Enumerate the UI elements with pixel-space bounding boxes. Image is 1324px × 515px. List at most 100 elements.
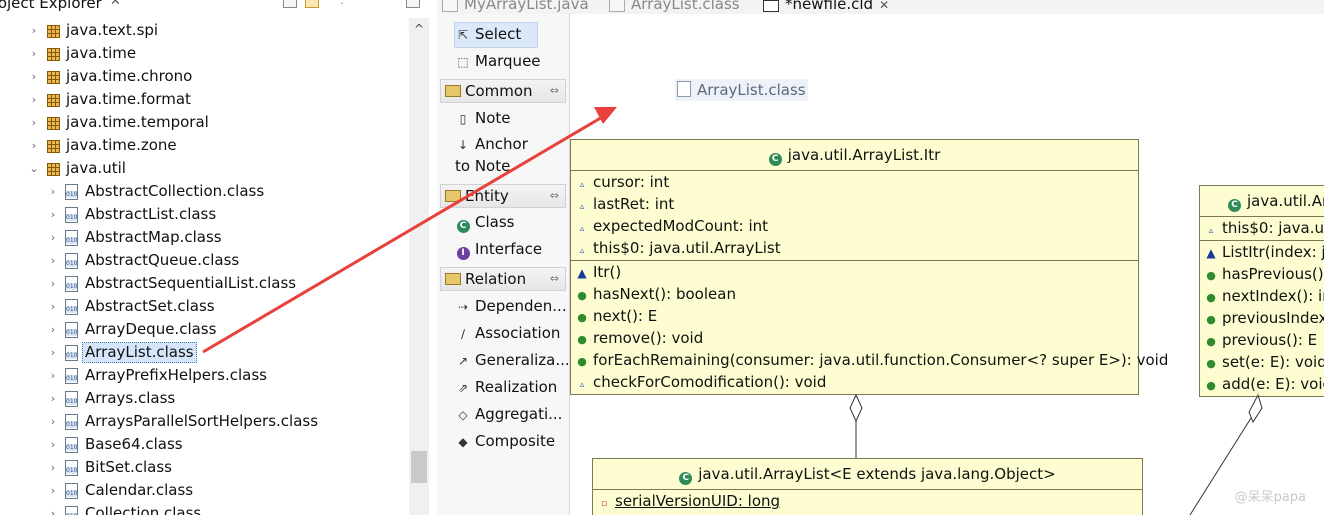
scrollbar[interactable] (409, 18, 429, 515)
chevron-right-icon[interactable]: › (47, 341, 59, 364)
class-file-icon (64, 437, 79, 453)
chevron-right-icon[interactable]: › (28, 65, 40, 88)
tool-label: Generaliza... (475, 351, 570, 369)
chevron-right-icon[interactable]: › (47, 479, 59, 502)
chevron-right-icon[interactable]: › (28, 111, 40, 134)
tree-item-label: Calendar.class (85, 481, 194, 499)
class-file-icon (64, 184, 79, 200)
chevron-right-icon[interactable]: › (47, 295, 59, 318)
drawer-label: Entity (465, 187, 509, 205)
close-icon[interactable]: ✕ (110, 0, 121, 9)
chevron-right-icon[interactable]: › (47, 410, 59, 433)
collapse-all-icon[interactable] (283, 0, 297, 8)
class-tool[interactable]: C Class (455, 211, 514, 235)
generalization-icon: ↗ (457, 354, 469, 368)
class-file-icon (64, 368, 79, 384)
drawer-common[interactable]: Common ⇔ (440, 79, 566, 103)
view-menu-icon[interactable]: ⋮ (336, 0, 348, 6)
tab-arraylist-class[interactable]: ArrayList.class (609, 0, 740, 14)
tree-item-label: AbstractSequentialList.class (85, 274, 297, 292)
association-tool[interactable]: ∕ Association (455, 322, 560, 346)
tree-item-label: ArrayPrefixHelpers.class (85, 366, 267, 384)
pin-icon[interactable]: ⇔ (550, 268, 559, 290)
generalization-tool[interactable]: ↗ Generaliza... (455, 349, 570, 373)
chevron-right-icon[interactable]: › (47, 272, 59, 295)
chevron-right-icon[interactable]: › (28, 88, 40, 111)
aggregation-diamond[interactable] (849, 393, 863, 423)
class-file-icon (609, 0, 625, 12)
aggregation-icon: ◇ (458, 408, 468, 422)
marquee-tool[interactable]: ⬚ Marquee (455, 50, 541, 74)
tree-item-label: AbstractMap.class (85, 228, 222, 246)
tool-label: Association (475, 324, 561, 342)
class-file-icon (64, 322, 79, 338)
link-with-editor-icon[interactable] (305, 0, 319, 8)
tool-label: Realization (475, 378, 558, 396)
aggregation-tool[interactable]: ◇ Aggregati... (455, 403, 562, 427)
chevron-right-icon[interactable]: › (47, 249, 59, 272)
chevron-right-icon[interactable]: › (47, 226, 59, 249)
select-tool[interactable]: ⇱ Select (454, 22, 539, 48)
chevron-right-icon[interactable]: › (47, 318, 59, 341)
pin-icon[interactable]: ⇔ (550, 80, 559, 102)
tab-label: ArrayList.class (631, 0, 740, 13)
class-file-icon (64, 460, 79, 476)
chevron-right-icon[interactable]: › (28, 134, 40, 157)
tool-label: Note (475, 109, 511, 127)
anchor-to-note-tool[interactable]: ↓ Anchor to Note (455, 134, 547, 175)
drawer-label: Relation (465, 270, 527, 288)
class-file-icon (64, 483, 79, 499)
tab-newfile-cld[interactable]: *newfile.cld ✕ (763, 0, 889, 14)
tree-item-label: ArrayList.class (82, 342, 197, 363)
package-icon (45, 115, 60, 130)
tab-label: *newfile.cld (785, 0, 874, 13)
close-icon[interactable]: ✕ (879, 0, 889, 12)
scrollbar-thumb[interactable] (411, 451, 427, 483)
chevron-right-icon[interactable]: › (47, 203, 59, 226)
tree-item-label: AbstractQueue.class (85, 251, 240, 269)
chevron-right-icon[interactable]: › (47, 502, 59, 515)
chevron-right-icon[interactable]: › (47, 180, 59, 203)
note-icon: ▯ (459, 112, 467, 126)
chevron-right-icon[interactable]: › (47, 364, 59, 387)
editor-tab-bar: MyArrayList.java ArrayList.class *newfil… (437, 0, 1324, 15)
dragged-class-label[interactable]: ArrayList.class (675, 79, 808, 101)
interface-tool[interactable]: I Interface (455, 238, 542, 262)
chevron-right-icon[interactable]: › (28, 19, 40, 42)
note-tool[interactable]: ▯ Note (455, 107, 511, 131)
class-file-icon (64, 276, 79, 292)
chevron-down-icon[interactable]: ⌄ (28, 157, 40, 180)
tree-item-label: Base64.class (85, 435, 183, 453)
pin-icon[interactable]: ⇔ (550, 185, 559, 207)
tab-myarraylist-java[interactable]: MyArrayList.java (442, 0, 589, 14)
tool-label: Dependen... (475, 297, 567, 315)
class-file-icon (64, 345, 79, 361)
drawer-entity[interactable]: Entity ⇔ (440, 184, 566, 208)
tree-item-label: java.time.zone (66, 136, 177, 154)
tree-item-label: AbstractCollection.class (85, 182, 265, 200)
realization-tool[interactable]: ⇗ Realization (455, 376, 557, 400)
chevron-right-icon[interactable]: › (47, 433, 59, 456)
package-icon (45, 92, 60, 107)
tree-item-label: AbstractList.class (85, 205, 217, 223)
aggregation-diamond[interactable] (1248, 393, 1263, 424)
tree-item-label: java.time (66, 44, 137, 62)
minimize-icon[interactable] (406, 0, 420, 8)
tree-item-label: java.time.chrono (66, 67, 193, 85)
palette: ⇱ Select ⬚ Marquee Common ⇔ ▯ Note ↓ Anchor … (437, 14, 570, 515)
tree-item-label: ArraysParallelSortHelpers.class (85, 412, 319, 430)
drawer-relation[interactable]: Relation ⇔ (440, 267, 566, 291)
dependency-tool[interactable]: ⇢ Dependen... (455, 295, 567, 319)
chevron-right-icon[interactable]: › (47, 387, 59, 410)
tool-label: Composite (475, 432, 556, 450)
class-file-icon (64, 207, 79, 223)
chevron-right-icon[interactable]: › (28, 42, 40, 65)
tool-label: Marquee (475, 52, 541, 70)
class-icon: C (456, 220, 470, 233)
scroll-up-icon[interactable]: ^ (409, 18, 429, 40)
composite-tool[interactable]: ◆ Composite (455, 430, 555, 454)
folder-icon (445, 273, 461, 285)
marquee-icon: ⬚ (457, 55, 469, 69)
chevron-right-icon[interactable]: › (47, 456, 59, 479)
package-icon (45, 23, 60, 38)
